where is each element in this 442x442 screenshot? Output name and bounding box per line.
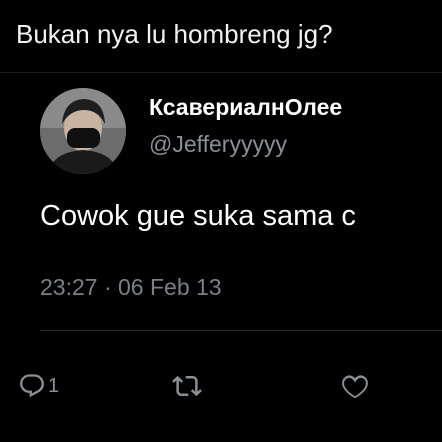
user-handle[interactable]: @Jefferyyyyy	[149, 128, 287, 160]
reply-button[interactable]: 1	[18, 370, 59, 402]
actions-divider	[40, 330, 442, 331]
caption-text: Bukan nya lu hombreng jg?	[16, 19, 333, 49]
avatar[interactable]	[40, 88, 126, 174]
retweet-icon	[172, 371, 202, 401]
display-name[interactable]: КсавериалнОлее	[149, 92, 342, 122]
heart-icon	[340, 371, 370, 401]
reply-count: 1	[48, 375, 60, 397]
like-button[interactable]	[340, 370, 370, 402]
meta-separator: ·	[103, 274, 112, 300]
reply-icon	[18, 372, 46, 400]
tweet-time: 23:27	[40, 274, 98, 300]
top-divider	[0, 72, 442, 73]
tweet-timestamp[interactable]: 23:27 · 06 Feb 13	[40, 269, 222, 305]
tweet-text: Cowok gue suka sama c	[40, 200, 356, 232]
avatar-photo	[40, 88, 126, 174]
tweet-date: 06 Feb 13	[118, 274, 222, 300]
retweet-button[interactable]	[172, 370, 202, 402]
